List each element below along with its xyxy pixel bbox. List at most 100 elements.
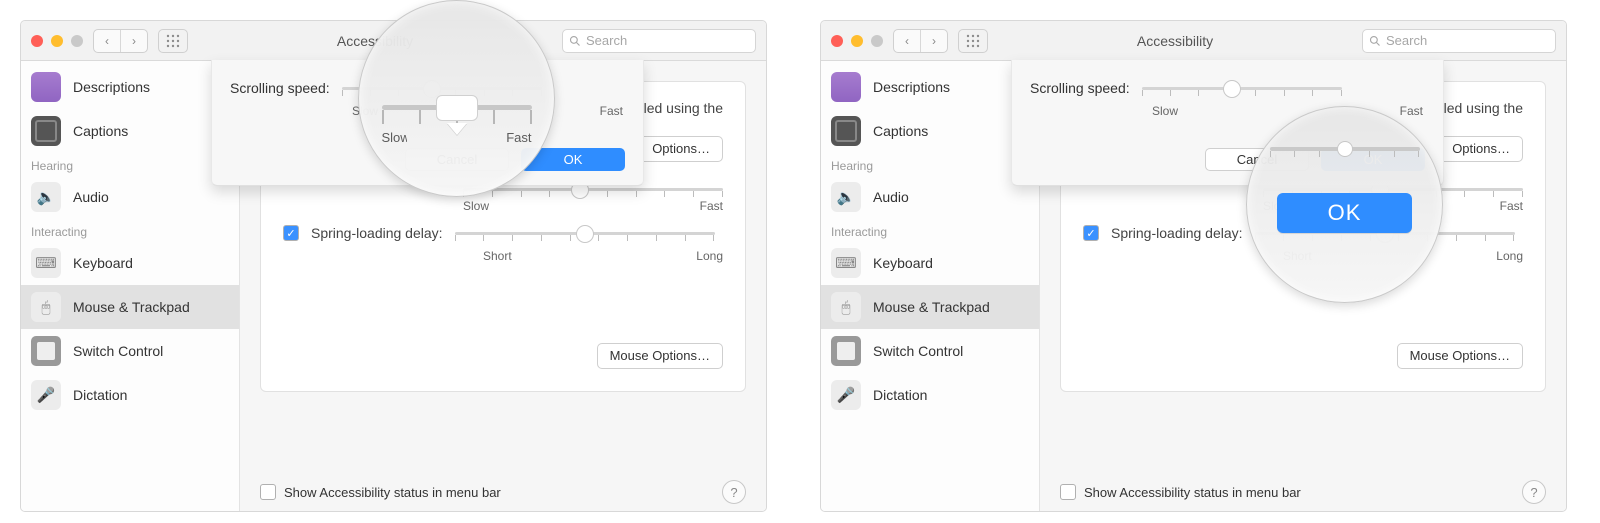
search-placeholder: Search xyxy=(586,33,627,48)
sidebar-label: Keyboard xyxy=(73,255,133,271)
forward-icon[interactable]: › xyxy=(920,30,947,52)
fast-label: Fast xyxy=(1500,199,1523,213)
options-button[interactable]: Options… xyxy=(639,136,723,162)
sidebar-label: Dictation xyxy=(73,387,127,403)
window-controls[interactable] xyxy=(831,35,883,47)
sidebar: Descriptions Captions Hearing 🔈 Audio In… xyxy=(21,61,240,512)
minimize-icon[interactable] xyxy=(851,35,863,47)
descriptions-icon xyxy=(31,72,61,102)
callout-slow-label: Slow xyxy=(382,130,407,145)
search-icon xyxy=(1369,35,1381,47)
spring-label: Spring-loading delay: xyxy=(311,225,443,241)
mouse-options-button[interactable]: Mouse Options… xyxy=(597,343,723,369)
sidebar-item-mouse-trackpad[interactable]: 🖱 Mouse & Trackpad xyxy=(21,285,239,329)
search-placeholder: Search xyxy=(1386,33,1427,48)
spring-loading-checkbox[interactable]: ✓ xyxy=(1083,225,1099,241)
sidebar-item-descriptions[interactable]: Descriptions xyxy=(21,65,239,109)
sidebar-item-keyboard[interactable]: ⌨ Keyboard xyxy=(821,241,1039,285)
sidebar-item-switch-control[interactable]: Switch Control xyxy=(21,329,239,373)
section-interacting: Interacting xyxy=(21,219,239,241)
window-controls[interactable] xyxy=(31,35,83,47)
sheet-slow-label: Slow xyxy=(1152,104,1178,118)
long-label: Long xyxy=(1496,249,1523,263)
maximize-icon xyxy=(871,35,883,47)
sidebar-item-captions[interactable]: Captions xyxy=(821,109,1039,153)
sidebar-label: Switch Control xyxy=(873,343,963,359)
maximize-icon xyxy=(71,35,83,47)
scrolling-speed-slider[interactable] xyxy=(1142,87,1342,90)
captions-icon xyxy=(831,116,861,146)
nav-back-forward[interactable]: ‹ › xyxy=(93,29,148,53)
callout-ok-button[interactable]: OK xyxy=(1277,193,1412,233)
help-button[interactable]: ? xyxy=(722,480,746,504)
close-icon[interactable] xyxy=(831,35,843,47)
sidebar-label: Descriptions xyxy=(73,79,150,95)
scrolling-speed-label: Scrolling speed: xyxy=(230,80,330,96)
status-checkbox[interactable]: ✓ xyxy=(1060,484,1076,500)
short-label: Short xyxy=(483,249,512,263)
dictation-icon: 🎤 xyxy=(831,380,861,410)
sidebar-item-audio[interactable]: 🔈 Audio xyxy=(21,175,239,219)
keyboard-icon: ⌨ xyxy=(31,248,61,278)
callout-slider-zoom: Slow Fast xyxy=(358,0,555,197)
double-click-slider[interactable] xyxy=(463,188,723,191)
right-window: ‹ › Accessibility Search Descriptions xyxy=(820,20,1567,512)
audio-icon: 🔈 xyxy=(31,182,61,212)
sheet-fast-label: Fast xyxy=(600,104,623,118)
sidebar-item-captions[interactable]: Captions xyxy=(21,109,239,153)
show-all-icon[interactable] xyxy=(158,29,188,53)
sidebar-label: Audio xyxy=(873,189,909,205)
sidebar-item-mouse-trackpad[interactable]: 🖱 Mouse & Trackpad xyxy=(821,285,1039,329)
status-checkbox[interactable]: ✓ xyxy=(260,484,276,500)
section-hearing: Hearing xyxy=(821,153,1039,175)
show-all-icon[interactable] xyxy=(958,29,988,53)
options-button[interactable]: Options… xyxy=(1439,136,1523,162)
back-icon[interactable]: ‹ xyxy=(894,30,920,52)
sidebar-item-switch-control[interactable]: Switch Control xyxy=(821,329,1039,373)
help-button[interactable]: ? xyxy=(1522,480,1546,504)
titlebar: ‹ › Accessibility Search xyxy=(821,21,1566,61)
spring-label: Spring-loading delay: xyxy=(1111,225,1243,241)
sidebar-item-keyboard[interactable]: ⌨ Keyboard xyxy=(21,241,239,285)
sidebar-label: Captions xyxy=(73,123,128,139)
switch-icon xyxy=(831,336,861,366)
mouse-options-button[interactable]: Mouse Options… xyxy=(1397,343,1523,369)
sidebar-label: Dictation xyxy=(873,387,927,403)
switch-icon xyxy=(31,336,61,366)
sidebar-item-dictation[interactable]: 🎤 Dictation xyxy=(821,373,1039,417)
keyboard-icon: ⌨ xyxy=(831,248,861,278)
descriptions-icon xyxy=(831,72,861,102)
window-title: Accessibility xyxy=(998,33,1352,49)
search-input[interactable]: Search xyxy=(1362,29,1556,53)
sidebar-item-dictation[interactable]: 🎤 Dictation xyxy=(21,373,239,417)
callout-ok-zoom: OK xyxy=(1246,106,1443,303)
section-interacting: Interacting xyxy=(821,219,1039,241)
search-input[interactable]: Search xyxy=(562,29,756,53)
spring-delay-slider[interactable] xyxy=(455,232,715,235)
scrolling-speed-label: Scrolling speed: xyxy=(1030,80,1130,96)
close-icon[interactable] xyxy=(31,35,43,47)
captions-icon xyxy=(31,116,61,146)
audio-icon: 🔈 xyxy=(831,182,861,212)
mouse-icon: 🖱 xyxy=(831,292,861,322)
sidebar: Descriptions Captions Hearing 🔈 Audio In… xyxy=(821,61,1040,512)
long-label: Long xyxy=(696,249,723,263)
spring-loading-checkbox[interactable]: ✓ xyxy=(283,225,299,241)
forward-icon[interactable]: › xyxy=(120,30,147,52)
section-hearing: Hearing xyxy=(21,153,239,175)
sidebar-label: Mouse & Trackpad xyxy=(73,299,190,315)
status-label: Show Accessibility status in menu bar xyxy=(284,485,501,500)
search-icon xyxy=(569,35,581,47)
back-icon[interactable]: ‹ xyxy=(94,30,120,52)
sidebar-label: Audio xyxy=(73,189,109,205)
mouse-icon: 🖱 xyxy=(31,292,61,322)
sheet-fast-label: Fast xyxy=(1400,104,1423,118)
sidebar-label: Descriptions xyxy=(873,79,950,95)
nav-back-forward[interactable]: ‹ › xyxy=(893,29,948,53)
dictation-icon: 🎤 xyxy=(31,380,61,410)
sidebar-item-audio[interactable]: 🔈 Audio xyxy=(821,175,1039,219)
slow-label: Slow xyxy=(463,199,489,213)
minimize-icon[interactable] xyxy=(51,35,63,47)
status-label: Show Accessibility status in menu bar xyxy=(1084,485,1301,500)
sidebar-item-descriptions[interactable]: Descriptions xyxy=(821,65,1039,109)
